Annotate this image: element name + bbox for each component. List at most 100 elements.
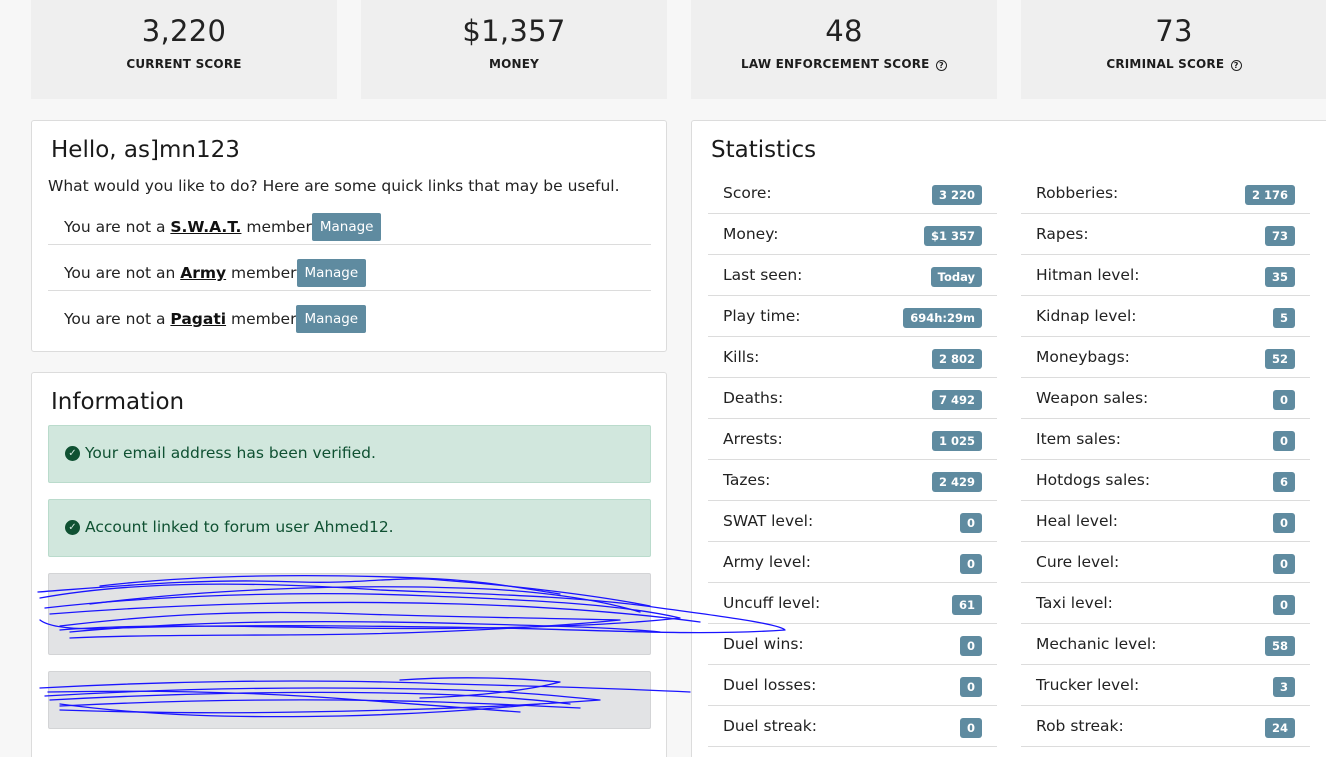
information-panel: Information ✓ Your email address has bee… <box>31 372 667 757</box>
stat-value-badge: 0 <box>959 718 982 738</box>
stat-row-robberies: Robberies: 2 176 <box>1021 173 1310 214</box>
stat-value-badge: 58 <box>1264 636 1295 656</box>
stat-value-badge: 0 <box>959 677 982 697</box>
stat-value-badge: 0 <box>1272 595 1295 615</box>
stat-row-hitman-level: Hitman level: 35 <box>1021 255 1310 296</box>
stat-label: LAW ENFORCEMENT SCORE ? <box>691 57 997 71</box>
stat-row-rapes: Rapes: 73 <box>1021 214 1310 255</box>
stat-row-label: Last seen: <box>723 266 803 284</box>
stat-row-uncuff-level: Uncuff level: 61 <box>708 583 997 624</box>
stat-value-badge: 6 <box>1272 472 1295 492</box>
stat-row-label: Trucker level: <box>1036 676 1140 694</box>
stat-row-label: Hitman level: <box>1036 266 1140 284</box>
stat-label: CRIMINAL SCORE ? <box>1021 57 1326 71</box>
stat-row-kills: Kills: 2 802 <box>708 337 997 378</box>
stat-row-duel-losses: Duel losses: 0 <box>708 665 997 706</box>
stat-value-badge: 0 <box>959 636 982 656</box>
stat-row-label: Item sales: <box>1036 430 1121 448</box>
help-icon[interactable]: ? <box>935 60 947 71</box>
stat-value-badge: 24 <box>1264 718 1295 738</box>
stat-value-badge: 0 <box>1272 431 1295 451</box>
stat-value-badge: 3 220 <box>931 185 982 205</box>
alert-text: Account linked to forum user Ahmed12. <box>85 518 394 536</box>
membership-prefix: You are not an <box>64 264 181 282</box>
stat-value-badge: 2 802 <box>931 349 982 369</box>
stat-value-badge: 5 <box>1272 308 1295 328</box>
stat-row-label: Moneybags: <box>1036 348 1130 366</box>
stat-row-label: Duel streak: <box>723 717 817 735</box>
stat-value: 73 <box>1155 14 1193 48</box>
stat-row-label: Duel losses: <box>723 676 817 694</box>
stat-row-mechanic-level: Mechanic level: 58 <box>1021 624 1310 665</box>
email-verified-alert: ✓ Your email address has been verified. <box>48 425 651 483</box>
statistics-panel: Statistics Score: 3 220 Money: $1 357 Last s… <box>691 120 1326 757</box>
stat-row-label: Tazes: <box>723 471 771 489</box>
stat-value-badge: Today <box>930 267 982 287</box>
stat-label: MONEY <box>488 57 540 71</box>
stat-row-duel-wins: Duel wins: 0 <box>708 624 997 665</box>
stat-value-badge: 3 <box>1272 677 1295 697</box>
membership-suffix: member <box>226 310 297 328</box>
stat-value-badge: 1 025 <box>931 431 982 451</box>
stat-row-last-seen: Last seen: Today <box>708 255 997 296</box>
manage-swat-button[interactable]: Manage <box>311 213 382 241</box>
stat-row-duel-streak: Duel streak: 0 <box>708 706 997 747</box>
stat-card-money: $1,357 MONEY <box>361 0 667 99</box>
help-icon[interactable]: ? <box>1230 60 1242 71</box>
stat-row-weapon-sales: Weapon sales: 0 <box>1021 378 1310 419</box>
stat-row-label: Rob streak: <box>1036 717 1124 735</box>
stat-row-label: Play time: <box>723 307 801 325</box>
statistics-title: Statistics <box>711 137 817 163</box>
stat-value: 48 <box>825 14 863 48</box>
stat-value-badge: 7 492 <box>931 390 982 410</box>
intro-text: What would you like to do? Here are some… <box>48 177 620 195</box>
membership-prefix: You are not a <box>64 310 171 328</box>
stat-row-label: Heal level: <box>1036 512 1119 530</box>
stat-row-army-level: Army level: 0 <box>708 542 997 583</box>
army-link[interactable]: Army <box>180 264 226 282</box>
stat-row-label: Score: <box>723 184 772 202</box>
stat-row-label: Deaths: <box>723 389 784 407</box>
check-circle-icon: ✓ <box>65 446 80 461</box>
stat-row-rob-streak: Rob streak: 24 <box>1021 706 1310 747</box>
stat-card-criminal-score: 73 CRIMINAL SCORE ? <box>1021 0 1326 99</box>
stat-value-badge: 2 176 <box>1244 185 1295 205</box>
check-circle-icon: ✓ <box>65 520 80 535</box>
membership-row-pagati: You are not a Pagati member Manage <box>48 291 651 337</box>
manage-pagati-button[interactable]: Manage <box>296 305 367 333</box>
membership-prefix: You are not a <box>64 218 171 236</box>
stat-value-badge: 61 <box>951 595 982 615</box>
stat-row-label: Duel wins: <box>723 635 804 653</box>
stat-row-score: Score: 3 220 <box>708 173 997 214</box>
stat-value-badge: $1 357 <box>923 226 982 246</box>
membership-row-swat: You are not a S.W.A.T. member Manage <box>48 199 651 245</box>
stat-value-badge: 0 <box>1272 390 1295 410</box>
greeting-title: Hello, as]mn123 <box>51 137 240 163</box>
pagati-link[interactable]: Pagati <box>170 310 226 328</box>
manage-army-button[interactable]: Manage <box>296 259 367 287</box>
stat-row-label: Arrests: <box>723 430 783 448</box>
stat-row-taxi-level: Taxi level: 0 <box>1021 583 1310 624</box>
stat-value-badge: 73 <box>1264 226 1295 246</box>
stat-value: $1,357 <box>462 14 566 48</box>
stat-row-label: Hotdogs sales: <box>1036 471 1151 489</box>
membership-row-army: You are not an Army member Manage <box>48 245 651 291</box>
hello-panel: Hello, as]mn123 What would you like to d… <box>31 120 667 352</box>
stat-value-badge: 2 429 <box>931 472 982 492</box>
stat-row-label: Cure level: <box>1036 553 1120 571</box>
redacted-info-box <box>48 671 651 729</box>
stat-row-label: Kills: <box>723 348 760 366</box>
stat-row-label: Money: <box>723 225 779 243</box>
swat-link[interactable]: S.W.A.T. <box>170 218 241 236</box>
membership-suffix: member <box>241 218 312 236</box>
stat-row-money: Money: $1 357 <box>708 214 997 255</box>
stat-card-law-enforcement-score: 48 LAW ENFORCEMENT SCORE ? <box>691 0 997 99</box>
stat-row-moneybags: Moneybags: 52 <box>1021 337 1310 378</box>
stat-row-kidnap-level: Kidnap level: 5 <box>1021 296 1310 337</box>
stat-row-label: Uncuff level: <box>723 594 821 612</box>
stat-row-label: Taxi level: <box>1036 594 1113 612</box>
stat-row-label: Weapon sales: <box>1036 389 1149 407</box>
stat-row-swat-level: SWAT level: 0 <box>708 501 997 542</box>
stat-value-badge: 0 <box>1272 554 1295 574</box>
stat-value-badge: 0 <box>959 554 982 574</box>
